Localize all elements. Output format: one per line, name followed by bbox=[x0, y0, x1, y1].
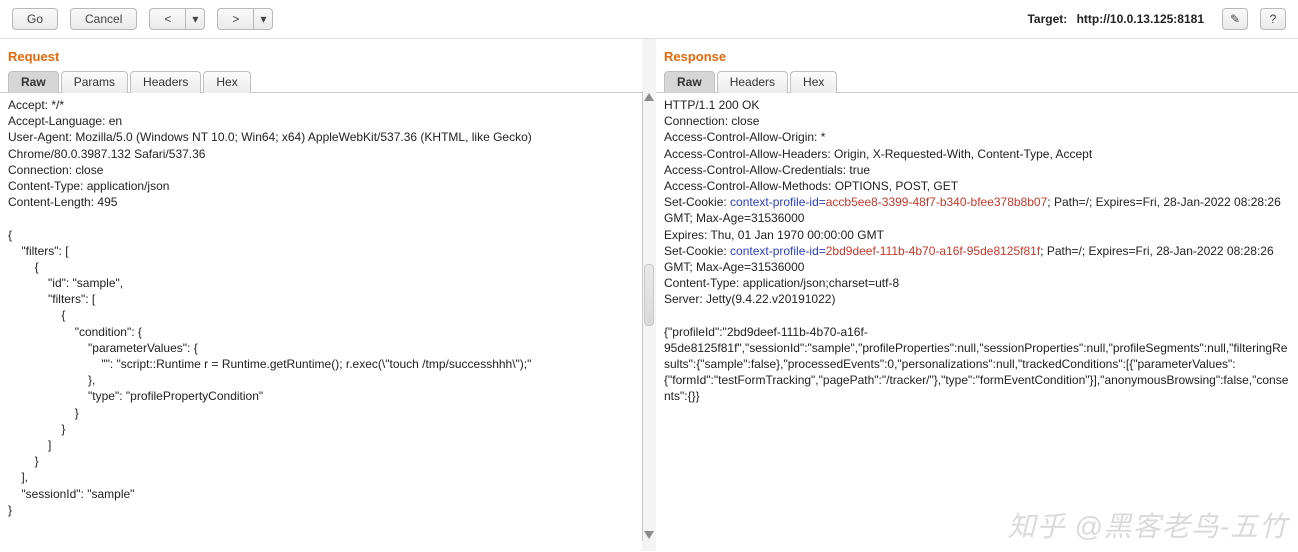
request-body[interactable]: Accept: */* Accept-Language: en User-Age… bbox=[0, 93, 642, 551]
prev-button[interactable]: < bbox=[149, 8, 185, 30]
splitter-up-icon bbox=[644, 93, 654, 101]
tab-request-headers[interactable]: Headers bbox=[130, 71, 201, 93]
split-panes: Request Raw Params Headers Hex Accept: *… bbox=[0, 38, 1298, 551]
tab-request-raw[interactable]: Raw bbox=[8, 71, 59, 93]
edit-target-button[interactable]: ✎ bbox=[1222, 8, 1248, 30]
next-button-group: > ▾ bbox=[217, 8, 273, 30]
target-prefix: Target: bbox=[1027, 12, 1070, 26]
splitter-grip-icon bbox=[644, 264, 654, 326]
help-icon: ? bbox=[1270, 12, 1277, 26]
target-value: http://10.0.13.125:8181 bbox=[1077, 12, 1204, 26]
prev-dropdown[interactable]: ▾ bbox=[185, 8, 205, 30]
next-dropdown[interactable]: ▾ bbox=[253, 8, 273, 30]
tab-response-hex[interactable]: Hex bbox=[790, 71, 837, 93]
pane-splitter[interactable] bbox=[642, 39, 656, 551]
request-title: Request bbox=[0, 39, 642, 70]
request-pane: Request Raw Params Headers Hex Accept: *… bbox=[0, 39, 642, 551]
cookie-value-1: accb5ee8-3399-48f7-b340-bfee378b8b07 bbox=[826, 195, 1048, 209]
cookie-value-2: 2bd9deef-111b-4b70-a16f-95de8125f81f bbox=[826, 244, 1040, 258]
go-button[interactable]: Go bbox=[12, 8, 58, 30]
cookie-name-1: context-profile-id= bbox=[730, 195, 826, 209]
cookie-name-2: context-profile-id= bbox=[730, 244, 826, 258]
target-label: Target: http://10.0.13.125:8181 bbox=[1027, 12, 1210, 26]
tab-response-raw[interactable]: Raw bbox=[664, 71, 715, 93]
help-button[interactable]: ? bbox=[1260, 8, 1286, 30]
pencil-icon: ✎ bbox=[1230, 12, 1240, 26]
top-toolbar: Go Cancel < ▾ > ▾ Target: http://10.0.13… bbox=[0, 0, 1298, 38]
cancel-button[interactable]: Cancel bbox=[70, 8, 137, 30]
response-body[interactable]: HTTP/1.1 200 OK Connection: close Access… bbox=[656, 93, 1298, 551]
splitter-down-icon bbox=[644, 531, 654, 539]
tab-request-hex[interactable]: Hex bbox=[203, 71, 250, 93]
request-tabstrip: Raw Params Headers Hex bbox=[0, 70, 642, 93]
next-button[interactable]: > bbox=[217, 8, 253, 30]
tab-request-params[interactable]: Params bbox=[61, 71, 128, 93]
response-title: Response bbox=[656, 39, 1298, 70]
prev-button-group: < ▾ bbox=[149, 8, 205, 30]
response-tabstrip: Raw Headers Hex bbox=[656, 70, 1298, 93]
tab-response-headers[interactable]: Headers bbox=[717, 71, 788, 93]
response-pane: Response Raw Headers Hex HTTP/1.1 200 OK… bbox=[656, 39, 1298, 551]
